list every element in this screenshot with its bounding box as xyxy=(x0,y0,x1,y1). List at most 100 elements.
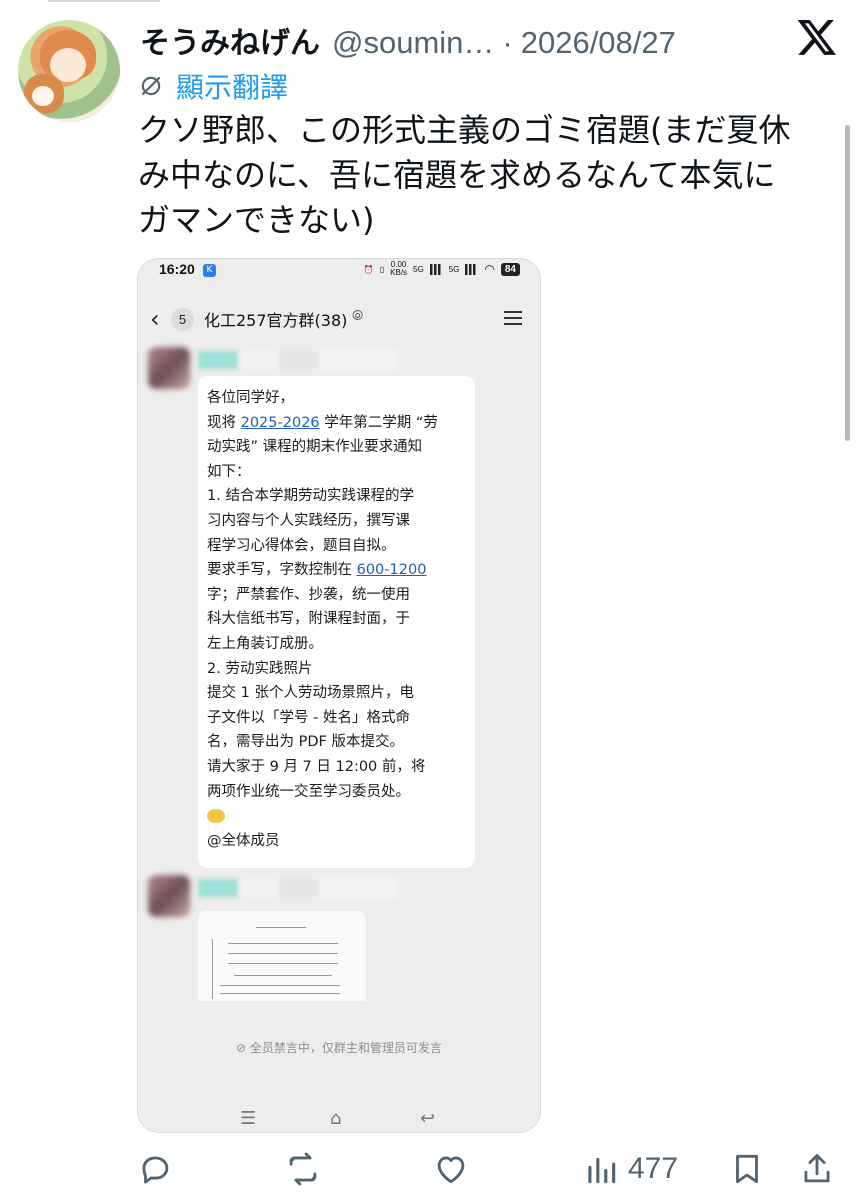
phone-status-bar: 16:20 K ⏰ ▯ 0.00 KB/s 5G 5G ◠ 84 xyxy=(138,259,540,283)
message-line: 科大信纸书写，附课程封面，于 xyxy=(207,607,463,632)
bookmark-icon xyxy=(736,1154,758,1184)
tweet-actions: 477 xyxy=(0,1145,858,1195)
signal-label-2: 5G xyxy=(448,264,460,274)
chat-header: ‹ 5 化工257官方群(38) ⦾ xyxy=(138,299,540,339)
doc-line xyxy=(228,963,338,964)
message-text: 请大家于 9 月 7 日 12:00 前，将 xyxy=(207,758,426,775)
views-button[interactable]: 477 xyxy=(582,1145,678,1193)
phone-nav-bar: ☰ ⌂ ↩ xyxy=(138,1104,540,1132)
document-thumbnail xyxy=(198,911,366,1001)
signal-icon xyxy=(429,263,443,275)
tweet-header: そうみねげん @soumin… · 2026/08/27 xyxy=(140,18,676,62)
retweet-button[interactable] xyxy=(284,1145,322,1193)
status-time: 16:20 xyxy=(159,261,195,277)
share-button[interactable] xyxy=(798,1145,836,1193)
message-line: 2. 劳动实践照片 xyxy=(207,657,463,682)
message-text: 字；严禁套作、抄袭，统一使用 xyxy=(207,586,410,603)
globe-slash-icon xyxy=(141,76,161,96)
message-line: 1. 结合本学期劳动实践课程的学 xyxy=(207,484,463,509)
avatar-dog-muzzle xyxy=(32,86,54,106)
net-speed-unit: KB/s xyxy=(390,268,408,277)
sender-avatar-blurred xyxy=(148,875,190,917)
tweet-text: クソ野郎、この形式主義のゴミ宿題(まだ夏休 み中なのに、吾に宿題を求めるなんて本… xyxy=(138,108,838,243)
message-line: 如下： xyxy=(207,460,463,485)
app-badge-icon: K xyxy=(203,264,216,277)
top-divider xyxy=(48,0,160,2)
doc-line xyxy=(228,953,338,954)
message-text: 提交 1 张个人劳动场景照片，电 xyxy=(207,685,414,702)
message-mention: @全体成员 xyxy=(207,832,280,849)
back-chevron-icon: ‹ xyxy=(150,305,160,333)
emoji-icon xyxy=(207,809,225,824)
author-name[interactable]: そうみねげん xyxy=(140,18,320,62)
message-line xyxy=(207,804,463,829)
message-line: 程学习心得体会，题目自拟。 xyxy=(207,534,463,559)
message-line: 要求手写，字数控制在 600-1200 xyxy=(207,558,463,583)
message-text: 如下： xyxy=(207,463,251,480)
mute-icon: ⊘ xyxy=(236,1041,250,1055)
avatar[interactable] xyxy=(18,20,120,122)
reply-icon xyxy=(142,1156,169,1184)
message-text: 科大信纸书写，附课程封面，于 xyxy=(207,611,410,628)
message-text: 现将 xyxy=(207,414,241,431)
message-line: 各位同学好， xyxy=(207,386,463,411)
tweet-media-image[interactable]: 16:20 K ⏰ ▯ 0.00 KB/s 5G 5G ◠ 84 ‹ 5 化工2… xyxy=(137,258,541,1133)
message-text: 子文件以「学号 - 姓名」格式命 xyxy=(207,709,410,726)
doc-line xyxy=(220,993,340,994)
doc-line xyxy=(234,975,332,976)
message-bubble: 各位同学好， 现将 2025-2026 学年第二学期 “劳 动实践” 课程的期末… xyxy=(198,376,475,868)
message-text: 各位同学好， xyxy=(207,390,294,406)
doc-line xyxy=(220,985,340,986)
status-right: ⏰ ▯ 0.00 KB/s 5G 5G ◠ 84 xyxy=(364,261,520,277)
views-count: 477 xyxy=(628,1152,679,1185)
reply-button[interactable] xyxy=(136,1145,174,1193)
alarm-icon: ⏰ xyxy=(363,264,374,274)
muted-notice: ⊘ 全员禁言中，仅群主和管理员可发言 xyxy=(138,1039,540,1056)
sender-name-blurred xyxy=(198,351,398,369)
message-text: 动实践” 课程的期末作业要求通知 xyxy=(207,439,423,456)
message-text: 2. 劳动实践照片 xyxy=(207,660,313,677)
message-text: 左上角装订成册。 xyxy=(207,635,323,652)
translate-link[interactable]: 顯示翻譯 xyxy=(138,66,288,106)
separator-dot: · xyxy=(502,25,513,60)
x-logo-icon[interactable] xyxy=(796,16,838,58)
message-line: 动实践” 课程的期末作业要求通知 xyxy=(207,435,463,460)
tweet-text-line: み中なのに、吾に宿題を求めるなんて本気に xyxy=(138,156,776,194)
message-text: 学年第二学期 “劳 xyxy=(319,414,438,431)
message-text: 1. 结合本学期劳动实践课程的学 xyxy=(207,488,414,505)
views-icon xyxy=(588,1157,616,1184)
scrollbar[interactable] xyxy=(845,125,850,441)
translate-label[interactable]: 顯示翻譯 xyxy=(176,66,288,106)
menu-icon xyxy=(504,311,522,325)
ear-icon: ⦾ xyxy=(352,308,364,324)
vibrate-icon: ▯ xyxy=(379,264,385,274)
retweet-icon xyxy=(289,1152,317,1186)
message-text: 程学习心得体会，题目自拟。 xyxy=(207,537,396,554)
like-button[interactable] xyxy=(432,1145,470,1193)
message-link: 600-1200 xyxy=(356,562,427,579)
bookmark-button[interactable] xyxy=(728,1145,766,1193)
message-line: 现将 2025-2026 学年第二学期 “劳 xyxy=(207,411,463,436)
net-speed: 0.00 KB/s xyxy=(390,261,407,277)
sender-name-blurred xyxy=(198,879,398,897)
message-text: 名，需导出为 PDF 版本提交。 xyxy=(207,734,404,751)
like-icon xyxy=(437,1156,465,1184)
signal-label-1: 5G xyxy=(413,264,424,274)
unread-badge: 5 xyxy=(171,308,194,331)
message-line: 提交 1 张个人劳动场景照片，电 xyxy=(207,681,463,706)
share-icon xyxy=(804,1154,830,1183)
doc-line xyxy=(212,939,213,999)
back-icon: ↩ xyxy=(420,1108,436,1129)
message-line: 习内容与个人实践经历，撰写课 xyxy=(207,509,463,534)
sender-avatar-blurred xyxy=(148,347,190,389)
tweet-date[interactable]: 2026/08/27 xyxy=(521,25,676,61)
recents-icon: ☰ xyxy=(240,1108,257,1129)
muted-notice-text: 全员禁言中，仅群主和管理员可发言 xyxy=(249,1041,442,1055)
doc-line xyxy=(228,943,338,944)
author-handle[interactable]: @soumin… xyxy=(332,25,494,61)
signal-icon xyxy=(465,263,479,275)
battery-badge: 84 xyxy=(500,262,520,276)
message-text: 习内容与个人实践经历，撰写课 xyxy=(207,512,410,529)
message-line: 子文件以「学号 - 姓名」格式命 xyxy=(207,706,463,731)
message-line: 两项作业统一交至学习委员处。 xyxy=(207,780,463,805)
